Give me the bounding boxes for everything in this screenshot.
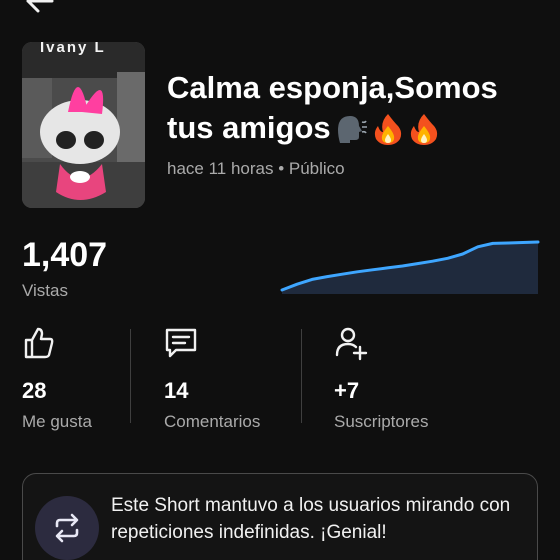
subscribers-label: Suscriptores — [334, 412, 429, 431]
back-arrow-icon[interactable] — [22, 0, 56, 16]
subscribers-count: +7 — [334, 378, 360, 403]
add-person-icon — [335, 327, 368, 361]
views-summary[interactable]: 1,407 Vistas — [22, 235, 107, 301]
comments-label: Comentarios — [164, 412, 261, 431]
views-sparkline-area — [282, 242, 538, 294]
comments-count: 14 — [164, 378, 189, 403]
video-thumbnail[interactable]: Ivany L — [22, 42, 145, 208]
speaking-head-emoji — [337, 116, 367, 143]
video-meta: hace 11 horas • Público — [167, 159, 345, 178]
views-count: 1,407 — [22, 236, 108, 274]
video-info: Calma esponja,Somos tus amigos hace 11 h… — [167, 68, 542, 179]
video-title-text: Calma esponja,Somos tus amigos — [167, 70, 498, 145]
views-label: Vistas — [22, 281, 68, 300]
likes-count: 28 — [22, 378, 47, 403]
thumbnail-caption: Ivany L — [40, 42, 106, 56]
stat-comments[interactable]: 14 Comentarios — [164, 325, 260, 432]
stat-likes[interactable]: 28 Me gusta — [22, 325, 92, 432]
stats-divider — [130, 329, 131, 423]
fire-emoji — [374, 114, 401, 145]
stat-subscribers[interactable]: +7 Suscriptores — [334, 325, 428, 432]
thumbs-up-icon — [24, 327, 54, 359]
video-title: Calma esponja,Somos tus amigos — [167, 68, 542, 148]
views-sparkline — [280, 240, 540, 294]
video-header: Ivany L Calma esponja,Somos tus amigos h… — [22, 42, 542, 208]
insight-banner-text: Este Short mantuvo a los usuarios mirand… — [111, 495, 511, 543]
insight-banner[interactable]: Este Short mantuvo a los usuarios mirand… — [22, 473, 538, 560]
comment-icon — [165, 328, 197, 358]
stats-divider — [301, 329, 302, 423]
likes-label: Me gusta — [22, 412, 92, 431]
thumbnail-image — [22, 42, 145, 208]
title-emojis — [334, 112, 440, 146]
fire-emoji — [410, 114, 437, 145]
engagement-stats: 28 Me gusta 14 Comentarios +7 Suscriptor… — [0, 325, 560, 435]
repeat-icon — [35, 496, 99, 560]
